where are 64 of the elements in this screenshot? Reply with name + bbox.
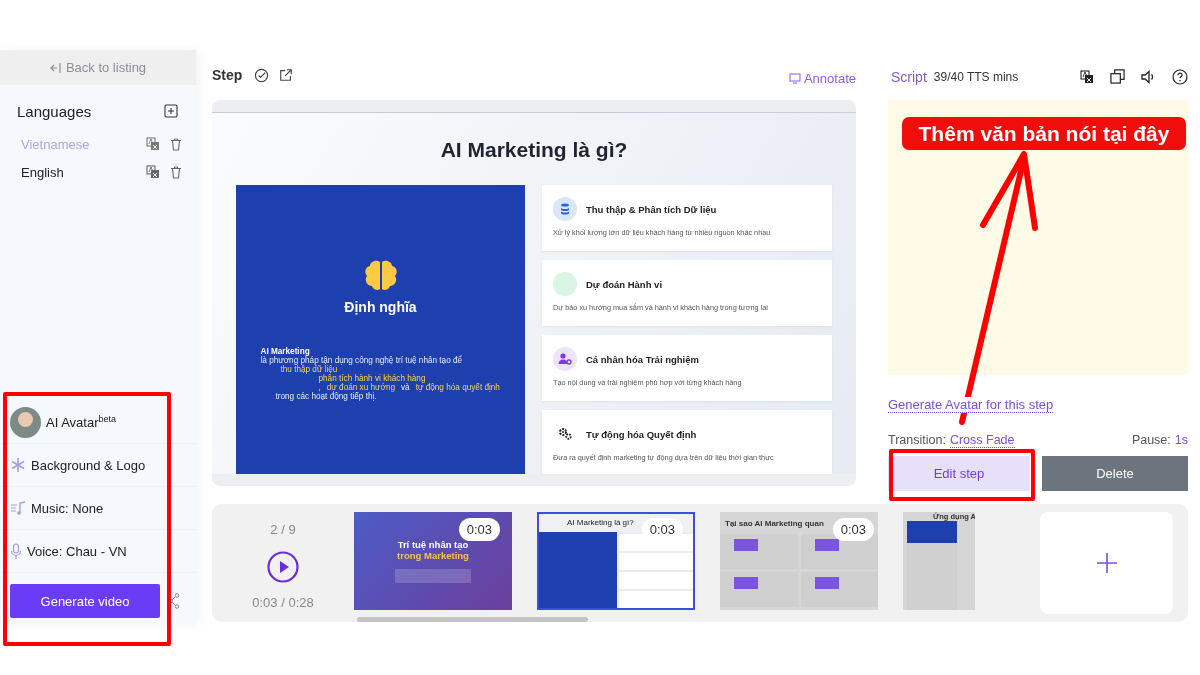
slide-thumbnail[interactable]: Trí tuệ nhân tạo trong Marketing 0:03 bbox=[354, 512, 512, 610]
mini-block bbox=[814, 539, 839, 551]
setting-item[interactable]: Background & Logo bbox=[31, 457, 146, 473]
share-icon[interactable] bbox=[168, 593, 180, 609]
avatar bbox=[10, 406, 41, 438]
user-settings-icon bbox=[553, 347, 577, 371]
card-title: Tự động hóa Quyết định bbox=[586, 428, 697, 440]
translate-icon[interactable] bbox=[1080, 69, 1094, 84]
slide-thumbnail[interactable]: Tại sao AI Marketing quan 0:03 bbox=[720, 512, 878, 610]
setting-item[interactable]: Voice: Chau - VN bbox=[27, 543, 127, 559]
duration-badge: 0:03 bbox=[832, 518, 874, 541]
transition-link[interactable]: Cross Fade bbox=[949, 432, 1015, 448]
languages-heading: Languages bbox=[17, 102, 92, 120]
card-title: Dự đoán Hành vi bbox=[586, 278, 663, 290]
thumbnail-title: trong Marketing bbox=[397, 550, 469, 561]
generate-video-button[interactable]: Generate video bbox=[10, 584, 160, 618]
slide-thumbnail[interactable]: AI Marketing là gì? 0:03 bbox=[537, 512, 695, 610]
annotate-link[interactable]: Annotate bbox=[788, 70, 856, 86]
delete-button[interactable]: Delete bbox=[1042, 456, 1188, 491]
definition-text: là phương pháp tận dụng công nghệ trí tuệ nhân tạo để thu thập dữ liệu phân tích hành vi khách hàng , dự đoán xu hướng và tự động hóa quyết định trong các hoạt động tiếp thị. bbox=[260, 356, 501, 401]
scrollbar[interactable] bbox=[357, 617, 588, 622]
definition-term: AI Marketing bbox=[260, 347, 310, 356]
step-title: Step bbox=[212, 67, 243, 83]
duration-badge: 0:03 bbox=[458, 518, 500, 541]
mini-block bbox=[814, 577, 839, 589]
database-icon bbox=[553, 197, 577, 221]
circle-icon bbox=[553, 272, 577, 296]
thumbnail-title: Trí tuệ nhân tạo bbox=[397, 539, 469, 550]
thumbnail-title: Tại sao AI Marketing quan bbox=[725, 518, 824, 528]
language-item[interactable]: English bbox=[21, 164, 136, 180]
monitor-icon bbox=[788, 72, 801, 84]
pause-label: Pause: bbox=[1131, 433, 1171, 447]
card-title: Thu thập & Phân tích Dữ liệu bbox=[586, 203, 717, 215]
generate-avatar-link[interactable]: Generate Avatar for this step bbox=[888, 397, 1054, 413]
help-icon[interactable] bbox=[1172, 68, 1188, 85]
check-circle-icon[interactable] bbox=[254, 67, 270, 83]
asterisk-icon bbox=[10, 457, 26, 473]
trash-icon[interactable] bbox=[170, 137, 182, 151]
setting-item[interactable]: AI Avatar$^{beta}$ bbox=[46, 413, 117, 431]
copy-icon[interactable] bbox=[1110, 69, 1125, 84]
external-link-icon[interactable] bbox=[279, 68, 294, 82]
script-title: Script bbox=[891, 68, 927, 85]
setting-item[interactable]: Music: None bbox=[31, 500, 104, 516]
callout-label: Thêm văn bản nói tại đây bbox=[902, 117, 1186, 150]
transition-label: Transition: bbox=[888, 433, 946, 447]
tts-quota: 39/40 TTS mins bbox=[933, 69, 1019, 84]
music-list-icon bbox=[10, 501, 26, 515]
edit-step-button[interactable]: Edit step bbox=[888, 456, 1030, 491]
thumbnail-title: AI Marketing là gì? bbox=[567, 517, 634, 527]
trash-icon[interactable] bbox=[170, 165, 182, 179]
plus-icon bbox=[1095, 552, 1118, 574]
mini-block bbox=[734, 539, 758, 551]
card-title: Cá nhân hóa Trải nghiệm bbox=[586, 353, 699, 365]
mini-block bbox=[734, 577, 758, 589]
speaker-icon[interactable] bbox=[1141, 69, 1156, 84]
playback-time: 0:03 / 0:28 bbox=[252, 595, 314, 610]
play-icon[interactable] bbox=[267, 551, 299, 583]
microphone-icon bbox=[10, 542, 22, 560]
pause-value[interactable]: 1s bbox=[1174, 433, 1188, 447]
slide-title: AI Marketing là gì? bbox=[440, 138, 628, 162]
back-icon bbox=[49, 61, 62, 74]
step-counter: 2 / 9 bbox=[270, 522, 296, 537]
add-icon[interactable] bbox=[164, 104, 178, 118]
panel-title: Định nghĩa bbox=[344, 299, 417, 315]
